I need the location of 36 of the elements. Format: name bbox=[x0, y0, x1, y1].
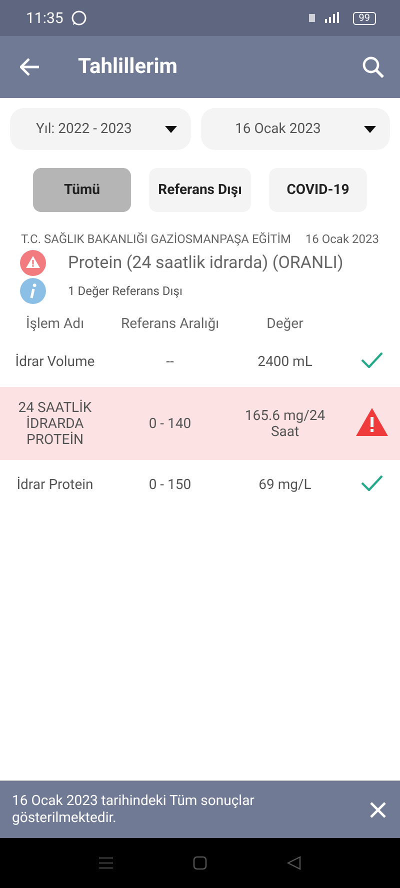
back-arrow-icon[interactable] bbox=[20, 58, 40, 76]
value-cell-text: 2400 mL bbox=[256, 354, 314, 370]
snackbar-message: 16 Ocak 2023 tarihindeki Tüm sonuçlar gösterilmektedir. bbox=[12, 792, 256, 826]
back-icon[interactable] bbox=[287, 856, 301, 870]
battery-icon: 99 bbox=[352, 12, 376, 24]
value-cell-text: 69 mg/L bbox=[258, 477, 312, 493]
filter-button[interactable]: COVID-19 bbox=[269, 168, 367, 212]
status-time: 11:35 bbox=[26, 9, 64, 27]
filter-button[interactable]: Tümü bbox=[33, 168, 131, 212]
dropdown[interactable]: 16 Ocak 2023 bbox=[201, 108, 390, 150]
search-icon[interactable] bbox=[362, 56, 384, 78]
caret-icon bbox=[165, 126, 177, 132]
institution-name: T.C. SAĞLIK BAKANLIĞI GAZİOSMANPAŞA EĞİTİM bbox=[21, 232, 291, 246]
test-cell-text: İdrar Protein bbox=[16, 477, 94, 493]
test-cell-text: İdrar Volume bbox=[14, 354, 96, 370]
chat-icon bbox=[71, 10, 88, 26]
column-header: Değer bbox=[266, 316, 304, 332]
summary-text: 1 Değer Referans Dışı bbox=[68, 284, 182, 298]
range-cell-text: 0 - 140 bbox=[148, 416, 192, 432]
home-icon[interactable] bbox=[193, 856, 207, 870]
close-icon[interactable] bbox=[370, 802, 386, 818]
caret-icon bbox=[364, 126, 376, 132]
dropdown[interactable]: Yıl: 2022 - 2023 bbox=[10, 108, 191, 150]
column-header: İşlem Adı bbox=[24, 316, 86, 332]
value-cell-text: 165.6 mg/24 Saat bbox=[244, 408, 326, 440]
filter-button[interactable]: Referans Dışı bbox=[149, 168, 251, 212]
range-cell-text: -- bbox=[165, 354, 175, 370]
column-header: Referans Aralığı bbox=[120, 316, 220, 332]
info-icon bbox=[20, 278, 46, 304]
screen-title: Tahlillerim bbox=[78, 55, 178, 79]
warning-icon bbox=[20, 250, 46, 276]
test-cell-text: 24 SAATLİK İDRARDA PROTEİN bbox=[17, 400, 93, 448]
range-cell-text: 0 - 150 bbox=[148, 477, 192, 493]
result-date: 16 Ocak 2023 bbox=[305, 232, 379, 246]
menu-icon[interactable] bbox=[99, 857, 113, 869]
test-name: Protein (24 saatlik idrarda) (ORANLI) bbox=[68, 253, 344, 273]
